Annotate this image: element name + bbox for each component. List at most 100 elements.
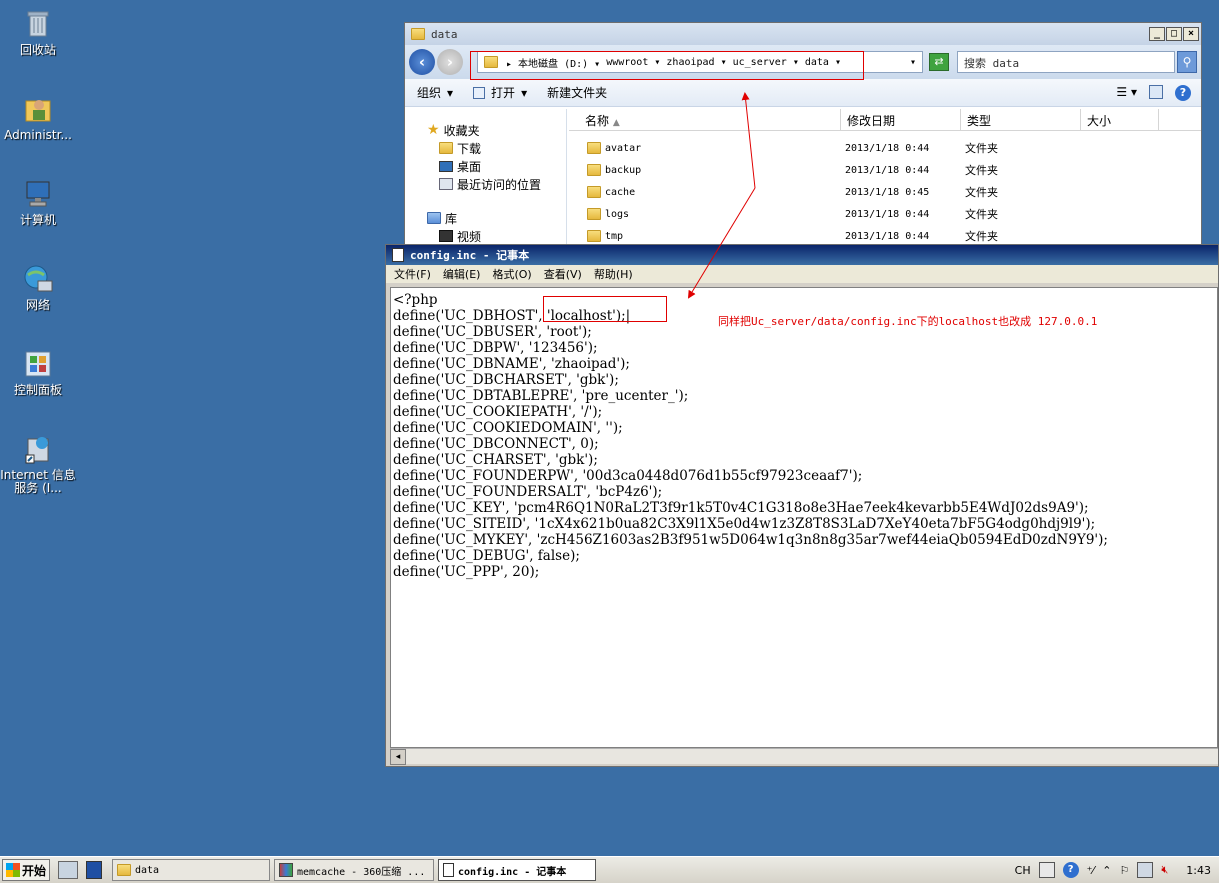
breadcrumb-item[interactable]: data ▾ (805, 57, 841, 68)
desktop-icon-control-panel[interactable]: 控制面板 (0, 348, 76, 397)
desktop-icon (439, 160, 453, 172)
system-tray: CH ? ⁺⁄ ⌃ ⚐ 🔇︎ 1:43 (1015, 862, 1219, 878)
clock[interactable]: 1:43 (1186, 864, 1211, 877)
desktop-icon-label: Administr... (4, 128, 72, 142)
explorer-title: data (431, 27, 458, 41)
task-label: data (135, 864, 160, 876)
input-method-icon[interactable]: ⁺⁄ (1087, 864, 1095, 877)
view-options-icon[interactable]: ☰ ▾ (1116, 85, 1137, 101)
recycle-bin-icon (22, 8, 54, 40)
address-bar[interactable]: ▸ 本地磁盘 (D:) ▾ wwwroot ▾ zhaoipad ▾ uc_se… (477, 51, 923, 73)
menu-view[interactable]: 查看(V) (544, 266, 582, 282)
file-name: backup (605, 164, 642, 176)
notepad-text-area[interactable]: <?php define('UC_DBHOST', 'localhost');|… (390, 287, 1218, 748)
show-hidden-icons-icon[interactable]: ⌃ (1102, 864, 1111, 877)
file-row[interactable]: cache 2013/1/18 0:45 文件夹 (569, 181, 1201, 203)
breadcrumb-item[interactable]: uc_server ▾ (733, 57, 799, 68)
file-date: 2013/1/18 0:44 (845, 208, 930, 220)
nav-item-favorites[interactable]: ★ 收藏夹 (405, 121, 566, 139)
task-label: memcache - 360压缩 ... (297, 866, 426, 878)
search-input[interactable]: 搜索 data (957, 51, 1175, 73)
desktop-icon-computer[interactable]: 计算机 (0, 178, 76, 227)
powershell-icon[interactable] (86, 861, 102, 879)
language-indicator[interactable]: CH (1015, 864, 1031, 877)
network-icon[interactable] (1137, 862, 1154, 878)
nav-item-desktop[interactable]: 桌面 (405, 157, 566, 175)
menu-file[interactable]: 文件(F) (394, 266, 431, 282)
maximize-button[interactable]: □ (1166, 27, 1182, 41)
explorer-titlebar[interactable]: data _ □ × (405, 23, 1201, 45)
task-explorer-data[interactable]: data (112, 859, 270, 881)
recent-places-icon (439, 178, 453, 190)
new-folder-label: 新建文件夹 (547, 86, 608, 100)
notepad-window[interactable]: config.inc - 记事本 文件(F) 编辑(E) 格式(O) 查看(V)… (385, 244, 1219, 767)
column-header-type[interactable]: 类型 (961, 109, 1081, 130)
breadcrumb-item[interactable]: wwwroot ▾ (606, 57, 660, 68)
task-memcache-360zip[interactable]: memcache - 360压缩 ... (274, 859, 434, 881)
explorer-toolbar: 组织 ▾ 打开 ▾ 新建文件夹 ☰ ▾ ? (405, 79, 1201, 107)
menu-help[interactable]: 帮助(H) (594, 266, 633, 282)
preview-pane-icon[interactable] (1149, 84, 1163, 99)
nav-item-downloads[interactable]: 下载 (405, 139, 566, 157)
breadcrumb-item[interactable]: ▸ 本地磁盘 (D:) ▾ (506, 55, 600, 70)
keyboard-icon[interactable] (1038, 862, 1055, 878)
sort-up-icon: ▲ (612, 118, 620, 128)
file-row[interactable]: backup 2013/1/18 0:44 文件夹 (569, 159, 1201, 181)
task-notepad-config[interactable]: config.inc - 记事本 (438, 859, 596, 881)
task-label: config.inc - 记事本 (458, 866, 567, 878)
desktop-icon-network[interactable]: 网络 (0, 263, 76, 312)
desktop-icon-label: Internet 信息服务 (I... (0, 468, 76, 495)
action-center-flag-icon[interactable]: ⚐ (1119, 864, 1129, 877)
user-folder-icon (22, 93, 54, 125)
network-globe-icon (22, 263, 54, 295)
menu-format[interactable]: 格式(O) (492, 266, 531, 282)
address-row: ‹ › ▸ 本地磁盘 (D:) ▾ wwwroot ▾ zhaoipad ▾ u… (405, 45, 1201, 79)
back-button[interactable]: ‹ (409, 49, 435, 75)
help-icon[interactable]: ? (1175, 84, 1191, 101)
windows-logo-icon (6, 863, 20, 877)
start-button[interactable]: 开始 (2, 859, 50, 881)
notepad-titlebar[interactable]: config.inc - 记事本 (386, 245, 1218, 265)
horizontal-scrollbar[interactable]: ◂ (390, 748, 1218, 765)
address-dropdown-icon[interactable]: ▾ (910, 57, 916, 68)
notepad-menubar: 文件(F) 编辑(E) 格式(O) 查看(V) 帮助(H) (386, 265, 1218, 283)
video-icon (439, 230, 453, 242)
menu-edit[interactable]: 编辑(E) (443, 266, 481, 282)
volume-muted-icon[interactable]: 🔇︎ (1161, 863, 1168, 877)
desktop-icon-recycle-bin[interactable]: 回收站 (0, 8, 76, 57)
star-icon: ★ (427, 122, 440, 138)
nav-item-libraries[interactable]: 库 (405, 209, 566, 227)
column-header-modified[interactable]: 修改日期 (841, 109, 961, 130)
file-name: avatar (605, 142, 642, 154)
file-row[interactable]: avatar 2013/1/18 0:44 文件夹 (569, 137, 1201, 159)
forward-button[interactable]: › (437, 49, 463, 75)
breadcrumb-label: data (804, 56, 829, 68)
nav-label: 收藏夹 (443, 123, 480, 138)
folder-icon (484, 56, 498, 68)
desktop-icon-iis[interactable]: Internet 信息服务 (I... (0, 433, 76, 495)
close-button[interactable]: × (1183, 27, 1199, 41)
server-manager-icon[interactable] (58, 861, 78, 879)
breadcrumb-item[interactable]: zhaoipad ▾ (666, 57, 726, 68)
file-date: 2013/1/18 0:44 (845, 230, 930, 242)
nav-item-recent[interactable]: 最近访问的位置 (405, 175, 566, 193)
column-header-name[interactable]: 名称 ▲ (569, 109, 841, 130)
scroll-left-icon[interactable]: ◂ (390, 749, 406, 765)
new-folder-button[interactable]: 新建文件夹 (547, 84, 607, 101)
nav-item-videos[interactable]: 视频 (405, 227, 566, 245)
breadcrumb-label: wwwroot (606, 56, 649, 68)
open-label: 打开 (491, 86, 516, 100)
refresh-button[interactable]: ⇄ (929, 53, 949, 71)
search-icon[interactable]: ⚲ (1177, 51, 1197, 73)
explorer-window[interactable]: data _ □ × ‹ › ▸ 本地磁盘 (D:) ▾ wwwroot ▾ z… (404, 22, 1202, 252)
help-icon[interactable]: ? (1062, 862, 1079, 878)
desktop-icon-administrator[interactable]: Administr... (0, 93, 76, 142)
organize-button[interactable]: 组织 ▾ (417, 84, 453, 101)
open-button[interactable]: 打开 ▾ (473, 84, 527, 101)
file-type: 文件夹 (965, 230, 998, 243)
column-header-size[interactable]: 大小 (1081, 109, 1159, 130)
file-type: 文件夹 (965, 142, 998, 155)
annotation-note: 同样把Uc_server/data/config.inc下的localhost也… (718, 315, 1098, 328)
minimize-button[interactable]: _ (1149, 27, 1165, 41)
file-row[interactable]: logs 2013/1/18 0:44 文件夹 (569, 203, 1201, 225)
